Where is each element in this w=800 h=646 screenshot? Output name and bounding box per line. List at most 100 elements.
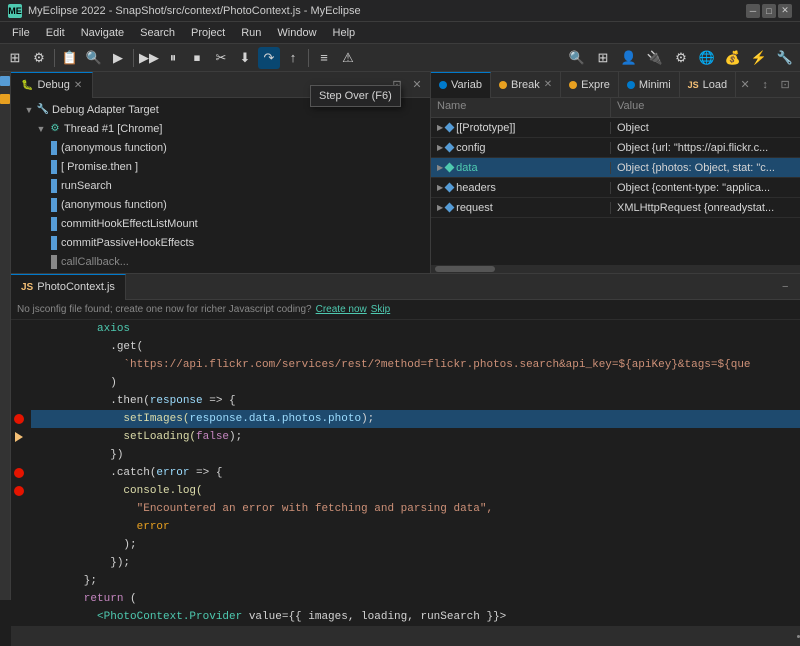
vars-key-1: config	[456, 142, 485, 154]
code-token: );	[361, 410, 374, 428]
tab-load-label: Load	[703, 79, 727, 91]
toolbar-btn-5[interactable]: ▶	[107, 47, 129, 69]
step-over-tooltip: Step Over (F6)	[310, 85, 401, 107]
resume-button[interactable]: ▶▶	[138, 47, 160, 69]
toolbar-btn-2[interactable]: ⚙	[28, 47, 50, 69]
pause-button[interactable]: ⏸	[162, 47, 184, 69]
menu-help[interactable]: Help	[325, 25, 364, 41]
code-token: )	[31, 374, 117, 392]
vars-key-4: request	[456, 202, 493, 214]
menu-project[interactable]: Project	[183, 25, 233, 41]
stack-bar-3	[51, 179, 57, 193]
vars-row-1[interactable]: ▶ config Object {url: "https://api.flick…	[431, 138, 800, 158]
editor-tab-photocontext[interactable]: JS PhotoContext.js	[11, 274, 126, 300]
editor-action-2[interactable]: ⊡	[796, 278, 800, 296]
vars-row-4[interactable]: ▶ request XMLHttpRequest {onreadystat...	[431, 198, 800, 218]
tab-breakpoints[interactable]: Break ✕	[491, 72, 561, 98]
vars-action-1[interactable]: ↕	[756, 76, 774, 94]
vars-row-3[interactable]: ▶ headers Object {content-type: "applica…	[431, 178, 800, 198]
side-icon-1[interactable]	[0, 76, 10, 86]
disconnect-button[interactable]: ✂	[210, 47, 232, 69]
gutter-line-12	[11, 590, 27, 608]
tree-item-thread[interactable]: ▼ ⚙ Thread #1 [Chrome]	[11, 119, 430, 138]
stop-button[interactable]: ⏹	[186, 47, 208, 69]
col-name: Name	[431, 98, 611, 117]
skip-link[interactable]: Skip	[371, 304, 390, 315]
debug-action-2[interactable]: ✕	[408, 76, 426, 94]
gutter-line-bp2[interactable]	[11, 464, 27, 482]
step-return-button[interactable]: ↑	[282, 47, 304, 69]
vars-action-3[interactable]: ⋮	[796, 76, 800, 94]
tree-item-frame-7[interactable]: callCallback...	[11, 252, 430, 271]
code-area: axios .get( `https://api.flickr.com/serv…	[11, 320, 800, 626]
app-icon: ME	[8, 4, 22, 18]
editor-action-1[interactable]: −	[776, 278, 794, 296]
plugin-icon[interactable]: 🔌	[644, 47, 666, 69]
menu-navigate[interactable]: Navigate	[73, 25, 132, 41]
menu-run[interactable]: Run	[233, 25, 269, 41]
vars-val-0: Object	[611, 122, 800, 134]
breakpoint-marker-2	[14, 468, 24, 478]
step-into-button[interactable]: ⬇	[234, 47, 256, 69]
tab-break-close[interactable]: ✕	[544, 79, 552, 90]
menu-edit[interactable]: Edit	[38, 25, 73, 41]
vars-table: Name Value ▶ [[Prototype]] Object	[431, 98, 800, 265]
grid-icon[interactable]: ⊞	[592, 47, 614, 69]
create-now-link[interactable]: Create now	[316, 304, 367, 315]
toolbar-extra-3[interactable]: ⚡	[748, 47, 770, 69]
toolbar-extra-4[interactable]: 🔧	[774, 47, 796, 69]
code-token: })	[31, 446, 123, 464]
tab-variables[interactable]: Variab	[431, 72, 491, 98]
toolbar-extra-2[interactable]: 💰	[722, 47, 744, 69]
vars-action-close[interactable]: ✕	[736, 76, 754, 94]
maximize-button[interactable]: □	[762, 4, 776, 18]
tree-item-frame-3[interactable]: runSearch	[11, 176, 430, 195]
toolbar-btn-7[interactable]: ⚠	[337, 47, 359, 69]
tree-item-frame-6[interactable]: commitPassiveHookEffects	[11, 233, 430, 252]
tree-item-frame-1[interactable]: (anonymous function)	[11, 138, 430, 157]
three-dots-menu[interactable]	[793, 635, 800, 638]
tab-expressions[interactable]: Expre	[561, 72, 619, 98]
window-controls[interactable]: ─ □ ✕	[746, 4, 792, 18]
vars-action-2[interactable]: ⊡	[776, 76, 794, 94]
menu-window[interactable]: Window	[269, 25, 324, 41]
menu-file[interactable]: File	[4, 25, 38, 41]
tree-label-thread: Thread #1 [Chrome]	[64, 123, 162, 135]
vars-val-1: Object {url: "https://api.flickr.c...	[611, 142, 800, 154]
code-token: response.data.photos.photo	[189, 410, 361, 428]
close-button[interactable]: ✕	[778, 4, 792, 18]
minimize-button[interactable]: ─	[746, 4, 760, 18]
vars-row-0[interactable]: ▶ [[Prototype]] Object	[431, 118, 800, 138]
tree-item-frame-4[interactable]: (anonymous function)	[11, 195, 430, 214]
toolbar-btn-1[interactable]: ⊞	[4, 47, 26, 69]
tab-load[interactable]: JS Load	[680, 72, 737, 98]
code-line-8: })	[31, 446, 800, 464]
toolbar-btn-6[interactable]: ≡	[313, 47, 335, 69]
vars-row-2[interactable]: ▶ data Object {photos: Object, stat: "c.…	[431, 158, 800, 178]
toolbar-extra-1[interactable]: 🌐	[696, 47, 718, 69]
settings-icon[interactable]: ⚙	[670, 47, 692, 69]
vars-val-3: Object {content-type: "applica...	[611, 182, 800, 194]
debug-tab-close[interactable]: ✕	[74, 80, 82, 91]
stack-bar-6	[51, 236, 57, 250]
toolbar-btn-3[interactable]: 📋	[59, 47, 81, 69]
gutter-line-bp1[interactable]	[11, 410, 27, 428]
menu-search[interactable]: Search	[132, 25, 183, 41]
toolbar-separator-2	[133, 49, 134, 67]
user-icon[interactable]: 👤	[618, 47, 640, 69]
gutter-line-bp3[interactable]	[11, 482, 27, 500]
tree-label-frame-6: commitPassiveHookEffects	[61, 237, 194, 249]
tree-item-frame-2[interactable]: [ Promise.then ]	[11, 157, 430, 176]
vars-hscroll[interactable]	[431, 265, 800, 273]
step-over-button[interactable]: ↷	[258, 47, 280, 69]
tab-minimap[interactable]: Minimi	[619, 72, 680, 98]
toolbar-btn-4[interactable]: 🔍	[83, 47, 105, 69]
window-title: MyEclipse 2022 - SnapShot/src/context/Ph…	[28, 5, 746, 17]
tree-item-frame-5[interactable]: commitHookEffectListMount	[11, 214, 430, 233]
search-icon[interactable]: 🔍	[566, 47, 588, 69]
debug-tab[interactable]: 🐛 Debug ✕	[11, 72, 93, 98]
vars-hscroll-thumb	[435, 266, 495, 272]
side-icon-2[interactable]	[0, 94, 10, 104]
vars-name-2: ▶ data	[431, 162, 611, 174]
gutter-line-8	[11, 518, 27, 536]
